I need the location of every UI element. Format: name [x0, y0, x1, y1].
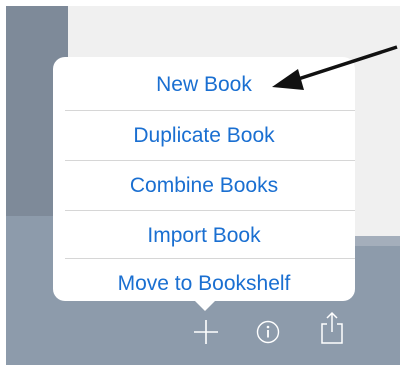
menu-item-label: New Book [156, 72, 252, 96]
share-icon[interactable] [318, 310, 346, 346]
menu-item-label: Move to Bookshelf [117, 271, 291, 295]
popover-arrow [193, 299, 217, 311]
menu-item-duplicate-book[interactable]: Duplicate Book [53, 111, 355, 160]
menu-item-import-book[interactable]: Import Book [53, 211, 355, 260]
plus-icon[interactable] [192, 318, 220, 346]
menu-item-combine-books[interactable]: Combine Books [53, 161, 355, 210]
menu-item-label: Import Book [147, 223, 261, 247]
info-icon[interactable] [255, 319, 281, 345]
annotation-arrow [272, 45, 398, 90]
menu-item-label: Combine Books [129, 173, 279, 197]
menu-item-label: Duplicate Book [133, 123, 275, 147]
